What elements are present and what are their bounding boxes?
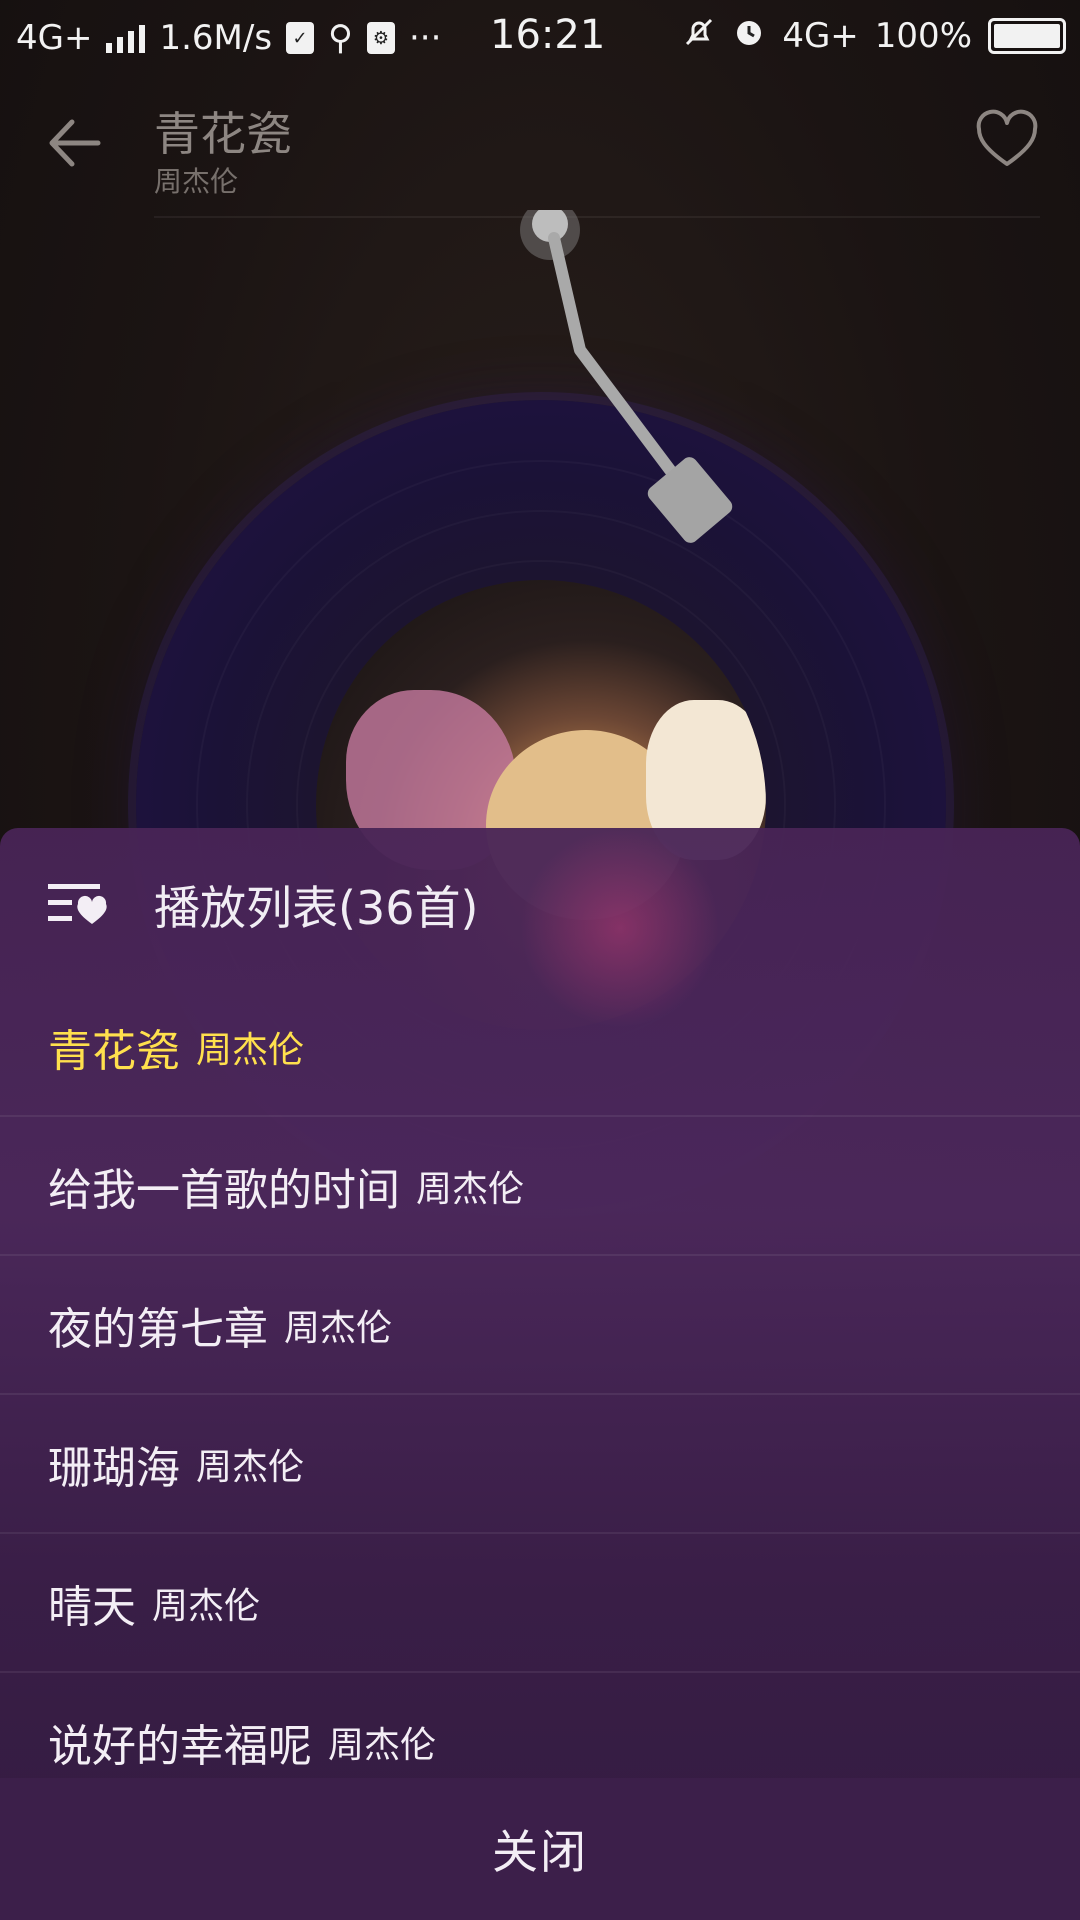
song-row-current[interactable]: 青花瓷 周杰伦 (0, 978, 1080, 1117)
battery-level: 100% (874, 16, 972, 56)
song-row[interactable]: 夜的第七章 周杰伦 (0, 1256, 1080, 1395)
player-header: 青花瓷 周杰伦 (0, 76, 1080, 218)
back-button[interactable] (40, 108, 110, 178)
arrow-left-icon (49, 119, 101, 167)
song-artist: 周杰伦 (196, 1446, 305, 1488)
song-name: 青花瓷 (48, 1025, 180, 1077)
song-name: 珊瑚海 (48, 1442, 180, 1494)
battery-icon (988, 18, 1066, 54)
song-name: 夜的第七章 (48, 1303, 268, 1355)
network-speed: 1.6M/s (159, 18, 273, 58)
status-left: 4G+ 1.6M/s ✓ ⚲ ⚙ ··· (16, 16, 441, 60)
playlist-title: 播放列表(36首) (154, 881, 479, 935)
network-type: 4G+ (16, 18, 93, 58)
alarm-icon (732, 15, 766, 58)
song-artist: 周杰伦 (416, 1168, 525, 1210)
mute-bell-icon (682, 15, 716, 58)
network-type-right: 4G+ (782, 16, 859, 56)
tonearm-icon (520, 210, 733, 543)
song-artist: 周杰伦 (196, 1029, 305, 1071)
song-row[interactable]: 珊瑚海 周杰伦 (0, 1395, 1080, 1534)
song-artist: 周杰伦 (152, 1585, 261, 1627)
status-bar: 4G+ 1.6M/s ✓ ⚲ ⚙ ··· 16:21 4G+ 100% (0, 0, 1080, 76)
page-subtitle-artist: 周杰伦 (154, 165, 239, 198)
usb-debug-icon: ⚙ (366, 22, 395, 54)
signal-icon (106, 23, 146, 53)
more-icon: ··· (408, 18, 442, 58)
player-screen: 4G+ 1.6M/s ✓ ⚲ ⚙ ··· 16:21 4G+ 100% 青花瓷 … (0, 0, 1080, 1920)
playlist-heart-icon (48, 884, 107, 924)
song-row[interactable]: 晴天 周杰伦 (0, 1534, 1080, 1673)
favorite-button[interactable] (974, 108, 1040, 174)
song-artist: 周杰伦 (284, 1307, 393, 1349)
song-name: 给我一首歌的时间 (48, 1164, 400, 1216)
song-list: 青花瓷 周杰伦 给我一首歌的时间 周杰伦 夜的第七章 周杰伦 珊瑚海 周杰伦 晴… (0, 978, 1080, 1808)
song-name: 说好的幸福呢 (48, 1720, 312, 1772)
clock: 16:21 (490, 12, 606, 58)
song-name: 晴天 (48, 1581, 136, 1633)
usb-icon: ⚲ (328, 18, 353, 58)
song-artist: 周杰伦 (328, 1724, 437, 1766)
sim-check-icon: ✓ (286, 22, 315, 54)
close-button[interactable]: 关闭 (0, 1778, 1080, 1920)
playlist-sheet: 播放列表(36首) 青花瓷 周杰伦 给我一首歌的时间 周杰伦 夜的第七章 周杰伦… (0, 828, 1080, 1920)
heart-outline-icon (976, 109, 1038, 166)
close-label: 关闭 (492, 1825, 588, 1879)
song-row[interactable]: 给我一首歌的时间 周杰伦 (0, 1117, 1080, 1256)
status-right: 4G+ 100% (682, 14, 1066, 58)
page-title: 青花瓷 (154, 107, 292, 161)
playlist-header: 播放列表(36首) (0, 828, 1080, 978)
